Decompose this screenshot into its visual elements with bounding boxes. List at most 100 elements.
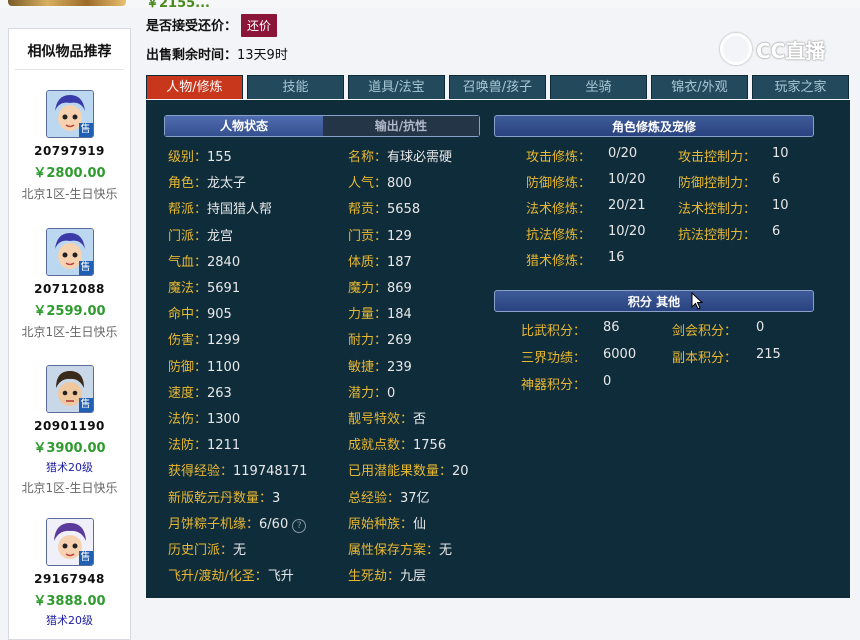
stat-row: 命中：905 [168, 303, 232, 322]
stat-value: 86 [603, 320, 620, 335]
stat-row: 人气：800 [348, 172, 412, 191]
stat-value: 无 [233, 543, 247, 558]
remaining-time-value: 13天9时 [237, 48, 288, 63]
stat-label: 神器积分： [521, 378, 587, 393]
stat-row: 历史门派：无 [168, 539, 246, 558]
item-id[interactable]: 20712088 [9, 282, 130, 296]
stat-value: 129 [387, 228, 412, 244]
stat-value: 5691 [207, 281, 241, 296]
stat-row: 魔法：5691 [168, 277, 240, 296]
stat-value: 0 [387, 385, 396, 401]
sell-badge: 售 [78, 551, 93, 565]
stat-value: 龙太子 [207, 176, 247, 192]
stat-value: 九层 [400, 569, 427, 585]
stat-row: 气血：2840 [168, 251, 240, 270]
stat-label: 角色： [168, 176, 208, 192]
avatar[interactable]: 售 [45, 365, 94, 413]
stat-label: 三界功绩： [521, 351, 587, 366]
similar-item[interactable]: 售 29167948 ￥3888.00 猎术20级 [9, 518, 130, 628]
stat-label: 历史门派： [168, 543, 234, 558]
sell-badge: 售 [78, 261, 93, 275]
stat-value: 869 [387, 281, 412, 296]
tab-character[interactable]: 人物/修炼 [146, 75, 243, 99]
stat-value: 6 [772, 172, 781, 187]
stat-row: 级别：155 [168, 146, 232, 165]
item-id[interactable]: 29167948 [9, 572, 130, 586]
stat-value: 2840 [207, 254, 241, 270]
stat-value: 10 [772, 146, 789, 161]
stat-label: 门派： [168, 228, 208, 244]
item-id[interactable]: 20901190 [9, 419, 130, 433]
stat-value: 1299 [207, 333, 241, 349]
stat-label: 抗法修炼： [526, 228, 592, 243]
stat-value: 仙 [413, 516, 427, 532]
stat-row: 防御控制力： 6 [678, 172, 780, 191]
subtab-state[interactable]: 人物状态 [165, 116, 323, 136]
stat-value: 1211 [207, 438, 241, 454]
sell-badge: 售 [78, 398, 93, 412]
stat-value: 有球必需硬 [387, 150, 453, 165]
stat-row: 神器积分： 0 [521, 374, 611, 393]
stat-row: 力量：184 [348, 303, 412, 322]
avatar[interactable]: 售 [45, 90, 94, 138]
remaining-time-row: 出售剩余时间：13天9时 [146, 44, 288, 63]
stat-label: 已用潜能果数量： [348, 464, 453, 480]
stat-value: 3 [272, 490, 281, 506]
tab-mounts[interactable]: 坐骑 [550, 75, 647, 99]
stat-label: 剑会积分： [672, 324, 738, 339]
stat-label: 气血： [168, 254, 208, 270]
stat-label: 人气： [348, 176, 388, 192]
mouse-cursor-icon [691, 292, 703, 310]
stat-value: 1756 [413, 438, 447, 454]
stat-label: 力量： [348, 307, 388, 323]
stat-row: 成就点数：1756 [348, 434, 446, 453]
stat-row: 敏捷：239 [348, 356, 412, 375]
stat-label: 属性保存方案： [348, 543, 440, 558]
stat-value: 155 [207, 150, 232, 165]
stat-row: 帮贡：5658 [348, 198, 420, 217]
tab-skills[interactable]: 技能 [247, 75, 344, 99]
stat-row: 耐力：269 [348, 329, 412, 348]
stat-value: 187 [387, 254, 412, 270]
remaining-time-label: 出售剩余时间： [146, 48, 238, 63]
logo-text: CC直播 [756, 38, 826, 63]
item-id[interactable]: 20797919 [9, 144, 130, 158]
stat-row: 速度：263 [168, 382, 232, 401]
bargain-button[interactable]: 还价 [241, 14, 278, 37]
similar-item[interactable]: 售 20797919 ￥2800.00 北京1区-生日快乐 [9, 90, 130, 202]
stat-value: 0 [603, 374, 612, 389]
tab-items[interactable]: 道具/法宝 [348, 75, 445, 99]
stat-row: 新版乾元丹数量：3 [168, 487, 280, 506]
stat-row: 三界功绩： 6000 [521, 347, 636, 366]
stat-row: 副本积分： 215 [672, 347, 781, 366]
stat-label: 帮派： [168, 202, 208, 218]
stat-label: 防御： [168, 359, 208, 375]
tab-outfits[interactable]: 锦衣/外观 [651, 75, 748, 99]
stat-row: 比武积分： 86 [521, 320, 620, 339]
stat-label: 法术修炼： [526, 202, 592, 217]
stat-value: 119748171 [233, 464, 308, 480]
help-icon[interactable]: ? [292, 518, 307, 533]
item-server: 北京1区-生日快乐 [21, 481, 118, 495]
similar-item[interactable]: 售 20901190 ￥3900.00 猎术20级 北京1区-生日快乐 [9, 365, 130, 496]
stat-row: 角色：龙太子 [168, 172, 246, 191]
stat-label: 法术控制力： [678, 202, 757, 217]
stat-value: 飞升 [267, 569, 294, 585]
similar-item[interactable]: 售 20712088 ￥2599.00 北京1区-生日快乐 [9, 228, 130, 340]
stat-row: 剑会积分： 0 [672, 320, 764, 339]
stat-label: 魔法： [168, 281, 208, 296]
subtab-output[interactable]: 输出/抗性 [323, 116, 479, 136]
tab-home[interactable]: 玩家之家 [752, 75, 849, 99]
avatar[interactable]: 售 [45, 228, 94, 276]
stat-row: 抗法控制力： 6 [678, 224, 780, 243]
avatar[interactable]: 售 [45, 518, 94, 566]
stat-row: 防御：1100 [168, 356, 240, 375]
item-price: ￥2599.00 [33, 304, 106, 319]
tab-pets[interactable]: 召唤兽/孩子 [449, 75, 546, 99]
stat-row: 生死劫：九层 [348, 565, 426, 584]
stat-label: 抗法控制力： [678, 228, 757, 243]
stat-label: 法伤： [168, 412, 208, 427]
stat-value: 16 [608, 250, 625, 265]
stat-value: 10 [772, 198, 789, 213]
stat-value: 905 [207, 307, 232, 323]
